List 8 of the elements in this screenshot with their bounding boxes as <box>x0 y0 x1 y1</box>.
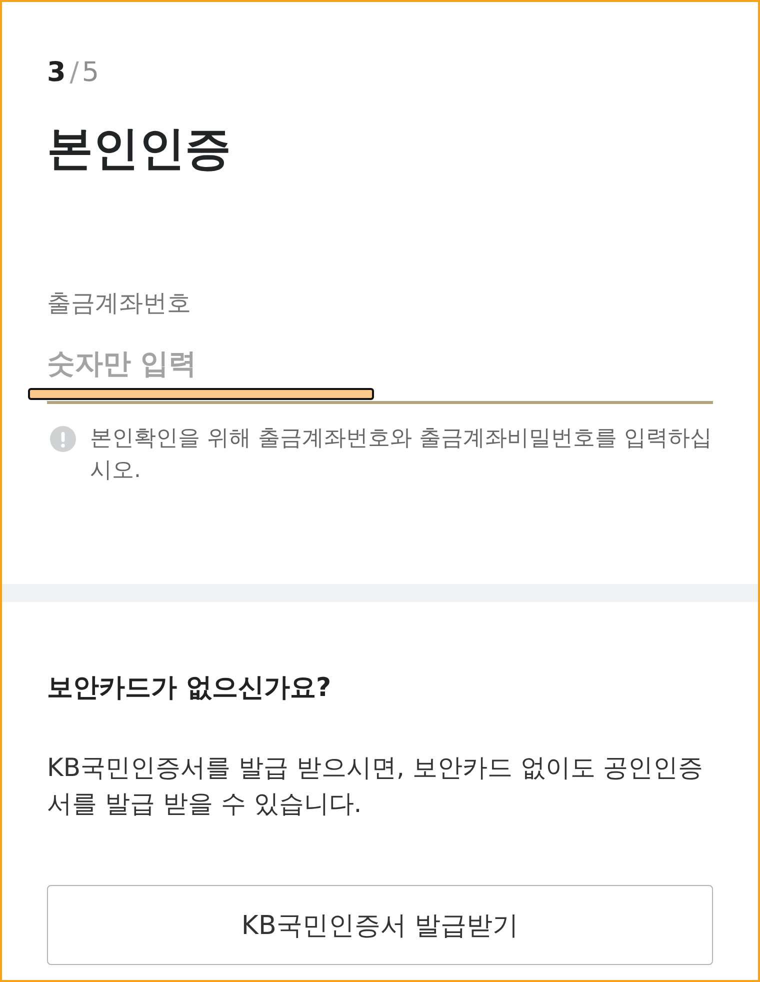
section-heading: 보안카드가 없으신가요? <box>47 672 332 705</box>
step-counter: 3/5 <box>47 56 100 90</box>
exclamation-icon <box>50 426 76 452</box>
notice-text: 본인확인을 위해 출금계좌번호와 출금계좌비밀번호를 입력하십시오. <box>90 425 713 485</box>
field-label: 출금계좌번호 <box>47 288 191 319</box>
page-title: 본인인증 <box>47 120 231 176</box>
section-description: KB국민인증서를 발급 받으시면, 보안카드 없이도 공인인증서를 발급 받을 수 있습니다. <box>47 752 704 820</box>
issue-certificate-button[interactable]: KB국민인증서 발급받기 <box>47 885 713 965</box>
